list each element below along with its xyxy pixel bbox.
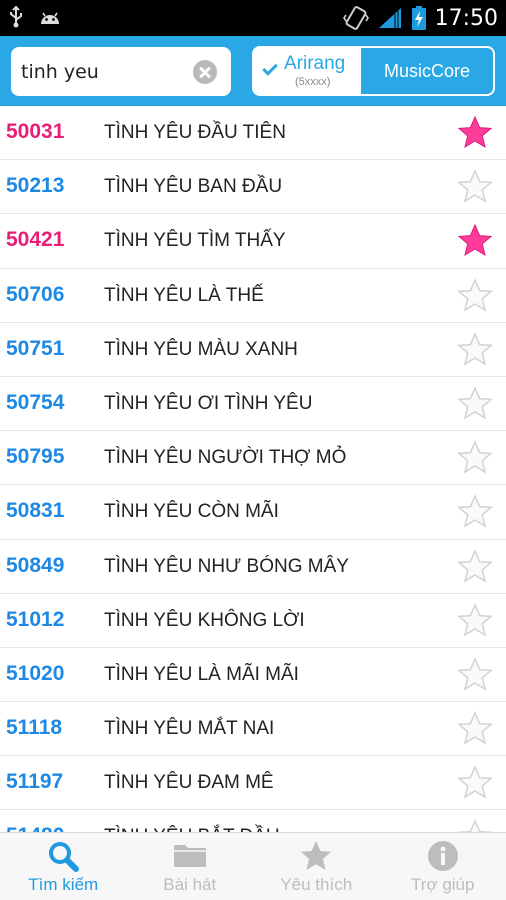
search-header: Arirang (5xxxx) MusicCore [0, 36, 506, 106]
song-code: 51480 [6, 824, 64, 832]
song-row[interactable]: 51012 TÌNH YÊU KHÔNG LỜI [0, 594, 506, 648]
song-code: 50421 [6, 228, 65, 252]
song-title: TÌNH YÊU NHƯ BÓNG MÂY [104, 555, 349, 577]
toggle-musiccore[interactable]: MusicCore [361, 48, 493, 94]
song-title: TÌNH YÊU MÀU XANH [104, 338, 298, 360]
song-title: TÌNH YÊU ĐAM MÊ [104, 772, 274, 794]
song-row[interactable]: 50831 TÌNH YÊU CÒN MÃI [0, 485, 506, 540]
song-code: 51020 [6, 661, 65, 685]
clear-icon[interactable] [193, 60, 217, 84]
star-outline-icon[interactable] [456, 331, 494, 369]
song-code: 50795 [6, 445, 65, 469]
star-outline-icon[interactable] [456, 385, 494, 423]
toggle-musiccore-label: MusicCore [383, 60, 471, 81]
song-code: 50213 [6, 174, 65, 198]
nav-label: Tìm kiếm [28, 875, 99, 894]
song-code: 50751 [6, 336, 65, 360]
song-title: TÌNH YÊU BAN ĐẦU [104, 176, 283, 198]
song-code: 50754 [6, 390, 65, 414]
song-title: TÌNH YÊU MẮT NAI [104, 718, 275, 740]
star-outline-icon[interactable] [456, 439, 494, 477]
song-row[interactable]: 51118 TÌNH YÊU MẮT NAI [0, 702, 506, 757]
song-code: 50831 [6, 499, 65, 523]
search-input[interactable] [21, 47, 191, 96]
song-code: 50849 [6, 553, 65, 577]
folder-icon [173, 845, 206, 867]
star-icon [301, 841, 332, 870]
bottom-nav: Tìm kiếm Bài hát Yêu thích Trợ giúp [0, 832, 506, 900]
song-title: TÌNH YÊU LÀ MÃI MÃI [104, 663, 299, 685]
song-code: 51012 [6, 607, 65, 631]
song-title: TÌNH YÊU TÌM THẤY [104, 230, 286, 252]
star-outline-icon[interactable] [456, 818, 494, 832]
nav-tab-songs[interactable]: Bài hát [127, 833, 254, 900]
song-code: 51197 [6, 770, 64, 794]
song-row[interactable]: 50849 TÌNH YÊU NHƯ BÓNG MÂY [0, 540, 506, 594]
song-row[interactable]: 50751 TÌNH YÊU MÀU XANH [0, 323, 506, 377]
battery-charging-icon [411, 6, 426, 30]
search-box [11, 47, 231, 96]
song-row[interactable]: 50213 TÌNH YÊU BAN ĐẦU [0, 160, 506, 215]
status-bar: 17:50 [0, 0, 506, 36]
song-code: 50031 [6, 120, 65, 143]
star-outline-icon[interactable] [456, 656, 494, 694]
nav-label: Yêu thích [280, 875, 353, 894]
toggle-arirang[interactable]: Arirang (5xxxx) [254, 48, 361, 94]
song-title: TÌNH YÊU NGƯỜI THỢ MỎ [104, 447, 347, 469]
nav-label: Bài hát [163, 875, 217, 894]
info-icon [427, 841, 458, 871]
nav-tab-search[interactable]: Tìm kiếm [0, 833, 127, 900]
search-icon [49, 842, 80, 872]
status-clock: 17:50 [434, 5, 498, 31]
star-outline-icon[interactable] [456, 493, 494, 531]
check-icon [262, 60, 278, 76]
song-title: TÌNH YÊU ĐẦU TIÊN [104, 122, 286, 143]
star-outline-icon[interactable] [456, 710, 494, 748]
song-list[interactable]: 50031 TÌNH YÊU ĐẦU TIÊN 50213 TÌNH YÊU BAN … [0, 106, 506, 832]
vibrate-icon [342, 6, 369, 30]
song-row[interactable]: 51197 TÌNH YÊU ĐAM MÊ [0, 756, 506, 811]
nav-tab-help[interactable]: Trợ giúp [380, 833, 506, 900]
star-outline-icon[interactable] [456, 548, 494, 586]
toggle-arirang-sublabel: (5xxxx) [295, 76, 331, 88]
usb-icon [10, 6, 22, 28]
song-title: TÌNH YÊU KHÔNG LỜI [104, 609, 305, 631]
star-outline-icon[interactable] [456, 168, 494, 206]
song-title: TÌNH YÊU LÀ THẾ [104, 284, 264, 306]
favorite-star-icon[interactable] [456, 114, 494, 152]
toggle-arirang-label: Arirang [284, 53, 346, 74]
source-toggle: Arirang (5xxxx) MusicCore [252, 46, 495, 96]
nav-label: Trợ giúp [411, 875, 475, 894]
song-row[interactable]: 50754 TÌNH YÊU ƠI TÌNH YÊU [0, 377, 506, 432]
song-code: 51118 [6, 716, 63, 740]
star-outline-icon[interactable] [456, 602, 494, 640]
song-row[interactable]: 50421 TÌNH YÊU TÌM THẤY [0, 214, 506, 269]
song-row[interactable]: 50795 TÌNH YÊU NGƯỜI THỢ MỎ [0, 431, 506, 486]
song-code: 50706 [6, 282, 65, 306]
android-icon [41, 12, 59, 24]
favorite-star-icon[interactable] [456, 222, 494, 260]
song-title: TÌNH YÊU ƠI TÌNH YÊU [104, 392, 313, 414]
star-outline-icon[interactable] [456, 277, 494, 315]
signal-icon [378, 8, 401, 28]
song-row[interactable]: 51480TÌNH YÊU BẮT ĐẦU [0, 810, 506, 832]
nav-tab-favorites[interactable]: Yêu thích [253, 833, 380, 900]
song-row[interactable]: 50031 TÌNH YÊU ĐẦU TIÊN [0, 106, 506, 161]
star-outline-icon[interactable] [456, 764, 494, 802]
song-title: TÌNH YÊU CÒN MÃI [104, 501, 279, 523]
song-row[interactable]: 51020 TÌNH YÊU LÀ MÃI MÃI [0, 648, 506, 703]
song-row[interactable]: 50706 TÌNH YÊU LÀ THẾ [0, 269, 506, 323]
